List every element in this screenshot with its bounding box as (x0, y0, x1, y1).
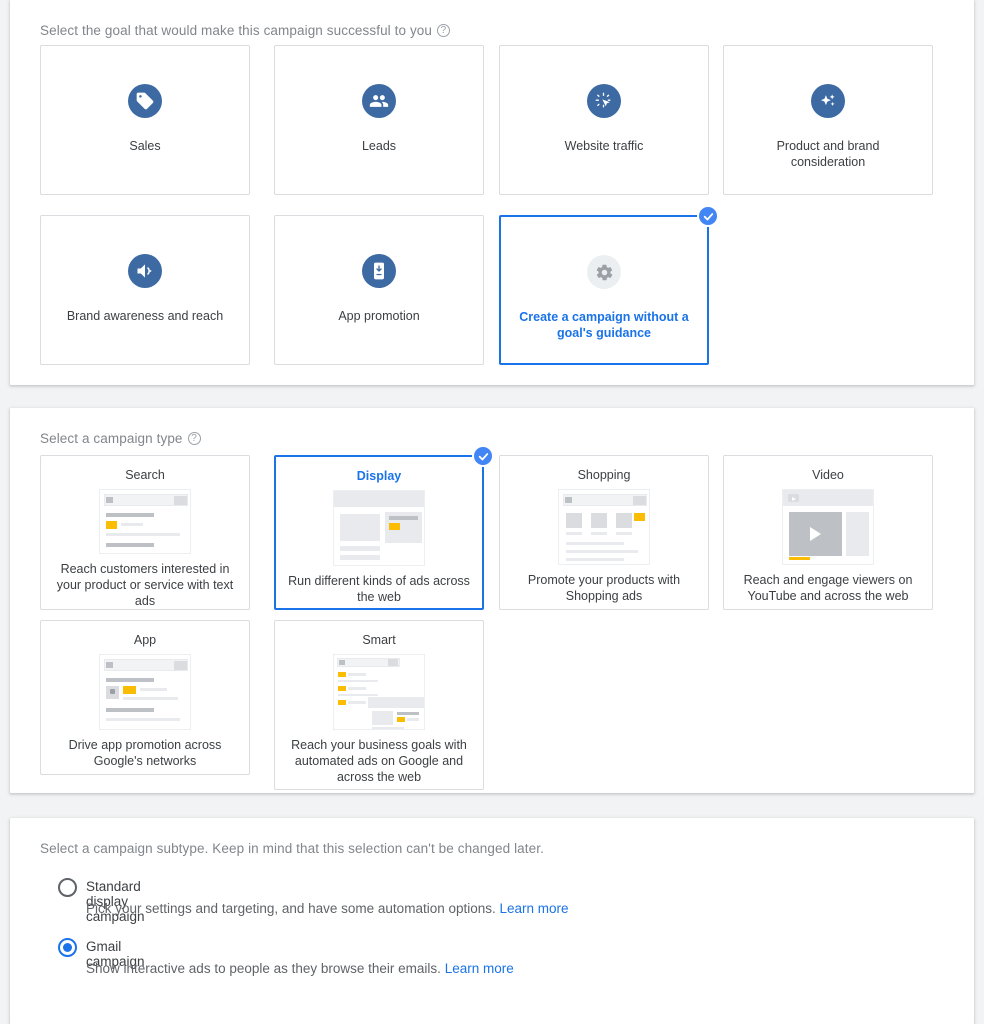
campaign-creation-page: Select the goal that would make this cam… (0, 0, 984, 1024)
goal-card-create-campaign-without-guidance[interactable]: Create a campaign without a goal's guida… (499, 205, 719, 365)
learn-more-link[interactable]: Learn more (500, 901, 569, 916)
goal-card-product-brand-consideration[interactable]: Product and brand consideration (723, 45, 933, 195)
goals-panel: Select the goal that would make this cam… (10, 0, 974, 385)
sparkle-icon (811, 84, 845, 118)
goal-card-label: Product and brand consideration (776, 139, 880, 169)
goals-section-label: Select the goal that would make this cam… (40, 23, 451, 38)
display-banner-thumb (333, 490, 425, 566)
goal-card-leads[interactable]: Leads (274, 45, 484, 195)
goal-card-label: Website traffic (564, 139, 644, 153)
gear-icon (587, 255, 621, 289)
shopping-tiles-thumb (558, 489, 650, 565)
type-card-title: App (133, 633, 157, 647)
type-card-title: Display (356, 469, 402, 483)
types-label-text: Select a campaign type (40, 431, 183, 446)
goals-label-text: Select the goal that would make this cam… (40, 23, 433, 38)
cursor-click-icon (587, 84, 621, 118)
type-card-shopping[interactable]: Shopping Promote your products with Shop… (499, 455, 709, 610)
goal-card-label: Create a campaign without a goal's guida… (519, 310, 689, 340)
goal-card-sales[interactable]: Sales (40, 45, 250, 195)
type-card-desc: Reach and engage viewers on YouTube and … (743, 573, 913, 603)
people-group-icon (362, 84, 396, 118)
radio-gmail-campaign[interactable] (58, 938, 77, 957)
megaphone-speaker-icon (128, 254, 162, 288)
video-player-thumb (782, 489, 874, 565)
subtype-desc-text: Show interactive ads to people as they b… (86, 961, 441, 976)
goal-card-website-traffic[interactable]: Website traffic (499, 45, 709, 195)
smart-combo-thumb (333, 654, 425, 730)
selected-check-icon (697, 205, 719, 227)
type-card-title: Search (125, 468, 165, 482)
learn-more-link[interactable]: Learn more (445, 961, 514, 976)
goal-card-brand-awareness-and-reach[interactable]: Brand awareness and reach (40, 215, 250, 365)
type-card-video[interactable]: Video Reach and engage viewers on YouTub… (723, 455, 933, 610)
goal-card-label: Leads (361, 139, 397, 153)
subtype-desc: Show interactive ads to people as they b… (86, 961, 514, 976)
type-card-desc: Reach your business goals with automated… (291, 738, 467, 784)
goal-card-label: Sales (129, 139, 161, 153)
campaign-types-panel: Select a campaign type Search Reach cust… (10, 408, 974, 793)
type-card-desc: Run different kinds of ads across the we… (288, 574, 470, 604)
subtype-desc-text: Pick your settings and targeting, and ha… (86, 901, 496, 916)
help-circle-icon[interactable] (187, 432, 201, 445)
type-card-desc: Drive app promotion across Google's netw… (68, 738, 222, 768)
types-section-label: Select a campaign type (40, 431, 201, 446)
app-install-thumb (99, 654, 191, 730)
search-serp-thumb (99, 489, 191, 554)
goal-card-app-promotion[interactable]: App promotion (274, 215, 484, 365)
goal-card-label: Brand awareness and reach (66, 309, 224, 323)
mobile-download-icon (362, 254, 396, 288)
type-card-search[interactable]: Search Reach customers interested in you… (40, 455, 250, 610)
help-circle-icon[interactable] (437, 24, 451, 37)
goal-card-label: App promotion (338, 309, 420, 323)
radio-standard-display-campaign[interactable] (58, 878, 77, 897)
campaign-subtypes-panel: Select a campaign subtype. Keep in mind … (10, 818, 974, 1024)
selected-check-icon (472, 445, 494, 467)
type-card-title: Shopping (577, 468, 631, 482)
type-card-title: Video (812, 468, 844, 482)
type-card-title: Smart (362, 633, 396, 647)
price-tag-icon (128, 84, 162, 118)
subtypes-section-label: Select a campaign subtype. Keep in mind … (40, 841, 544, 856)
type-card-desc: Promote your products with Shopping ads (527, 573, 681, 603)
type-card-smart[interactable]: Smart Reach your business goals with aut… (274, 620, 484, 790)
type-card-display[interactable]: Display Run different kinds of ads acros… (274, 445, 494, 610)
type-card-app[interactable]: App Drive app promotion across Google's … (40, 620, 250, 775)
subtype-desc: Pick your settings and targeting, and ha… (86, 901, 569, 916)
type-card-desc: Reach customers interested in your produ… (56, 562, 234, 608)
